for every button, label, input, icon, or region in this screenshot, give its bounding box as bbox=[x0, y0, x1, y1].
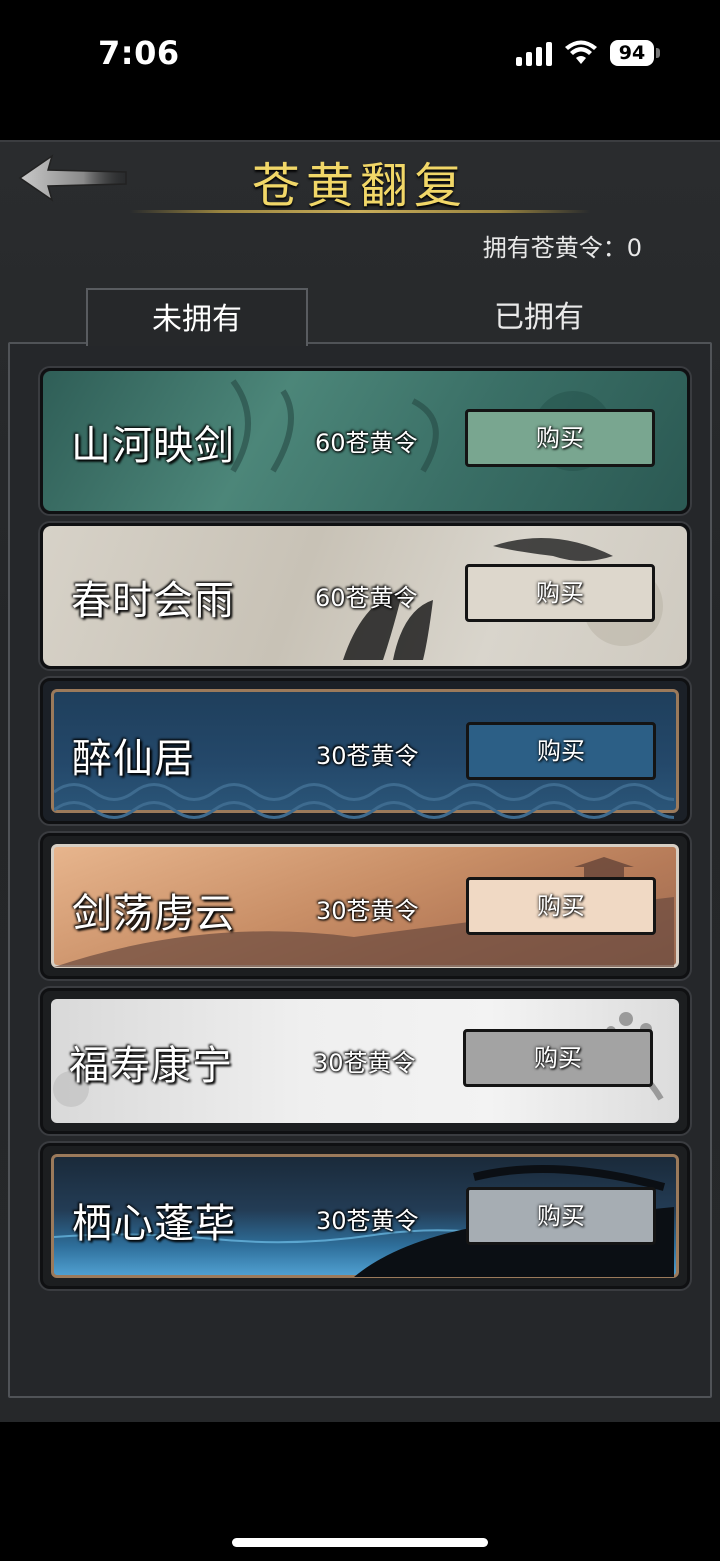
list-item: 栖心蓬荜 30苍黄令 购买 bbox=[40, 1143, 690, 1289]
card-background: 春时会雨 60苍黄令 购买 bbox=[43, 526, 687, 666]
card-background: 醉仙居 30苍黄令 购买 bbox=[51, 689, 679, 819]
item-name: 福寿康宁 bbox=[69, 1043, 233, 1089]
item-price: 60苍黄令 bbox=[315, 584, 418, 612]
item-name: 山河映剑 bbox=[71, 423, 235, 469]
card-background: 栖心蓬荜 30苍黄令 购买 bbox=[51, 1154, 679, 1278]
page-title: 苍黄翻复 bbox=[251, 158, 468, 214]
owned-value: 0 bbox=[626, 234, 642, 262]
tab-not-owned[interactable]: 未拥有 bbox=[86, 288, 308, 346]
buy-button[interactable]: 购买 bbox=[466, 722, 656, 780]
cellular-signal-icon bbox=[516, 42, 552, 66]
item-price: 30苍黄令 bbox=[313, 1049, 416, 1077]
owned-label: 拥有苍黄令： bbox=[482, 234, 627, 262]
card-background: 山河映剑 60苍黄令 购买 bbox=[43, 371, 687, 511]
item-price: 30苍黄令 bbox=[316, 1207, 419, 1235]
buy-button[interactable]: 购买 bbox=[466, 877, 656, 935]
status-bar: 7:06 94 bbox=[0, 0, 720, 110]
status-time: 7:06 bbox=[98, 34, 180, 72]
list-item: 醉仙居 30苍黄令 购买 bbox=[40, 678, 690, 824]
buy-button[interactable]: 购买 bbox=[466, 1187, 656, 1245]
item-price: 30苍黄令 bbox=[316, 742, 419, 770]
home-indicator[interactable] bbox=[232, 1538, 488, 1547]
battery-icon: 94 bbox=[610, 40, 654, 66]
list-item: 山河映剑 60苍黄令 购买 bbox=[40, 368, 690, 514]
battery-tip bbox=[656, 48, 660, 58]
owned-token-count: 拥有苍黄令：0 bbox=[483, 228, 642, 263]
card-background: 剑荡虏云 30苍黄令 购买 bbox=[51, 844, 679, 968]
item-name: 剑荡虏云 bbox=[72, 891, 236, 937]
tab-owned[interactable]: 已拥有 bbox=[430, 288, 648, 344]
list-item: 福寿康宁 30苍黄令 购买 bbox=[40, 988, 690, 1134]
shop-panel: 苍黄翻复 拥有苍黄令：0 未拥有 已拥有 山河映剑 60苍黄令 购买 春时会雨 … bbox=[0, 140, 720, 1422]
item-price: 60苍黄令 bbox=[315, 429, 418, 457]
list-item: 剑荡虏云 30苍黄令 购买 bbox=[40, 833, 690, 979]
title-divider bbox=[130, 210, 590, 213]
item-name: 醉仙居 bbox=[72, 736, 195, 782]
item-name: 栖心蓬荜 bbox=[72, 1201, 236, 1247]
buy-button[interactable]: 购买 bbox=[465, 564, 655, 622]
list-item: 春时会雨 60苍黄令 购买 bbox=[40, 523, 690, 669]
card-background: 福寿康宁 30苍黄令 购买 bbox=[51, 999, 679, 1123]
buy-button[interactable]: 购买 bbox=[465, 409, 655, 467]
buy-button[interactable]: 购买 bbox=[463, 1029, 653, 1087]
item-price: 30苍黄令 bbox=[316, 897, 419, 925]
item-name: 春时会雨 bbox=[71, 578, 235, 624]
wifi-icon bbox=[565, 40, 597, 64]
